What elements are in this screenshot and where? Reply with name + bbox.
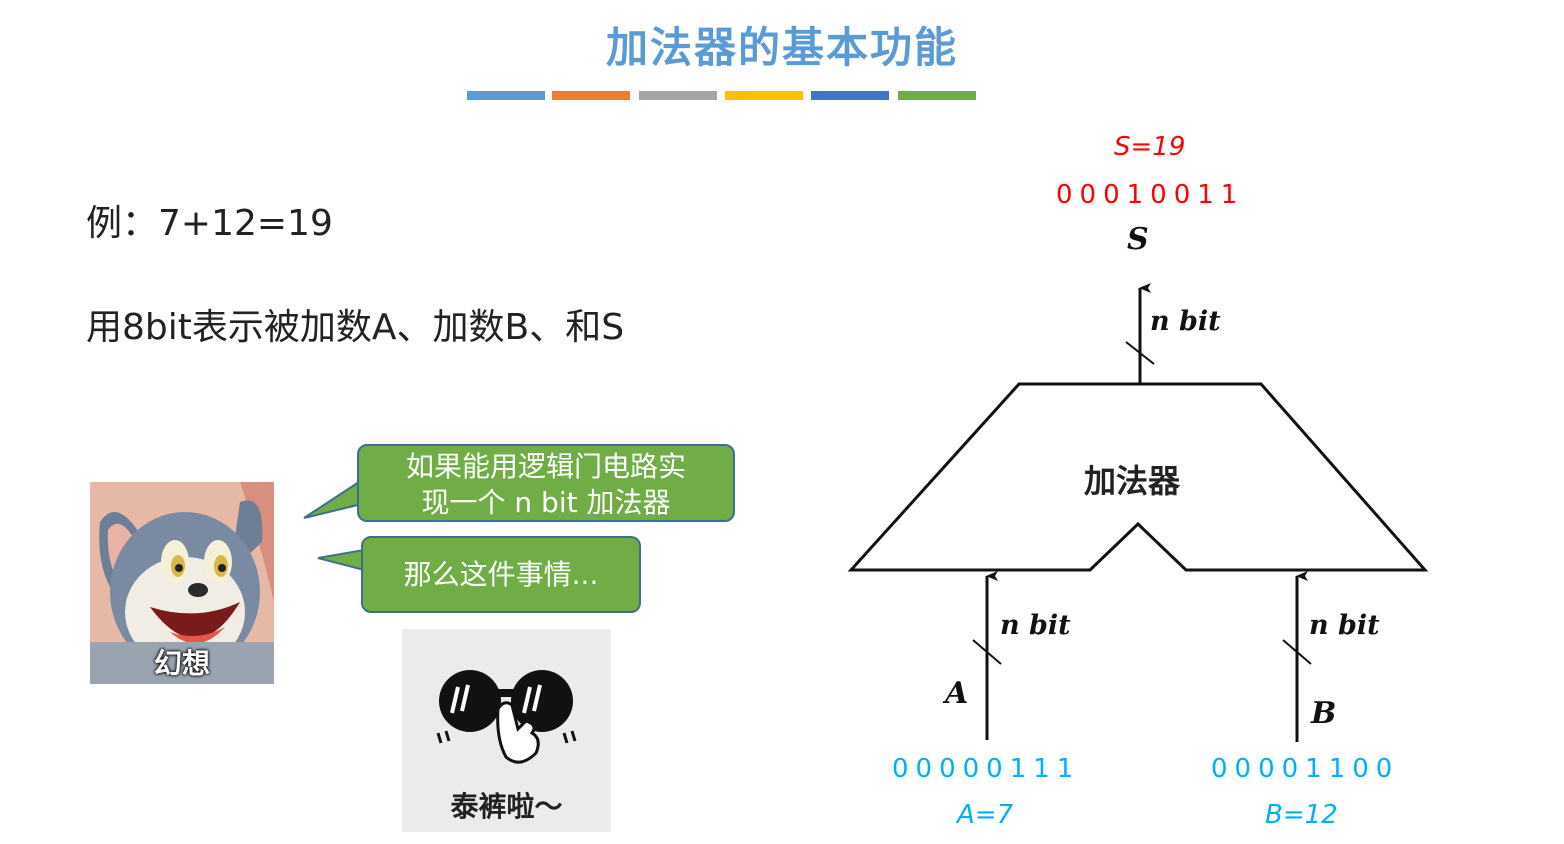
input-b-bits: 00001100 (1211, 754, 1400, 784)
input-b-width-label: n bit (1309, 610, 1380, 641)
input-a-width-label: n bit (1000, 610, 1071, 641)
input-a-value-label: A=7 (957, 800, 1014, 830)
output-symbol: S (1127, 222, 1149, 257)
input-a-symbol: A (945, 676, 969, 711)
adder-block-label: 加法器 (1084, 462, 1181, 500)
output-width-label: n bit (1150, 306, 1221, 337)
input-b-value-label: B=12 (1265, 800, 1338, 830)
input-a-bits: 00000111 (892, 754, 1081, 784)
output-bits: 00010011 (1056, 180, 1245, 210)
output-value-label: S=19 (1114, 132, 1186, 162)
input-b-symbol: B (1311, 696, 1337, 731)
